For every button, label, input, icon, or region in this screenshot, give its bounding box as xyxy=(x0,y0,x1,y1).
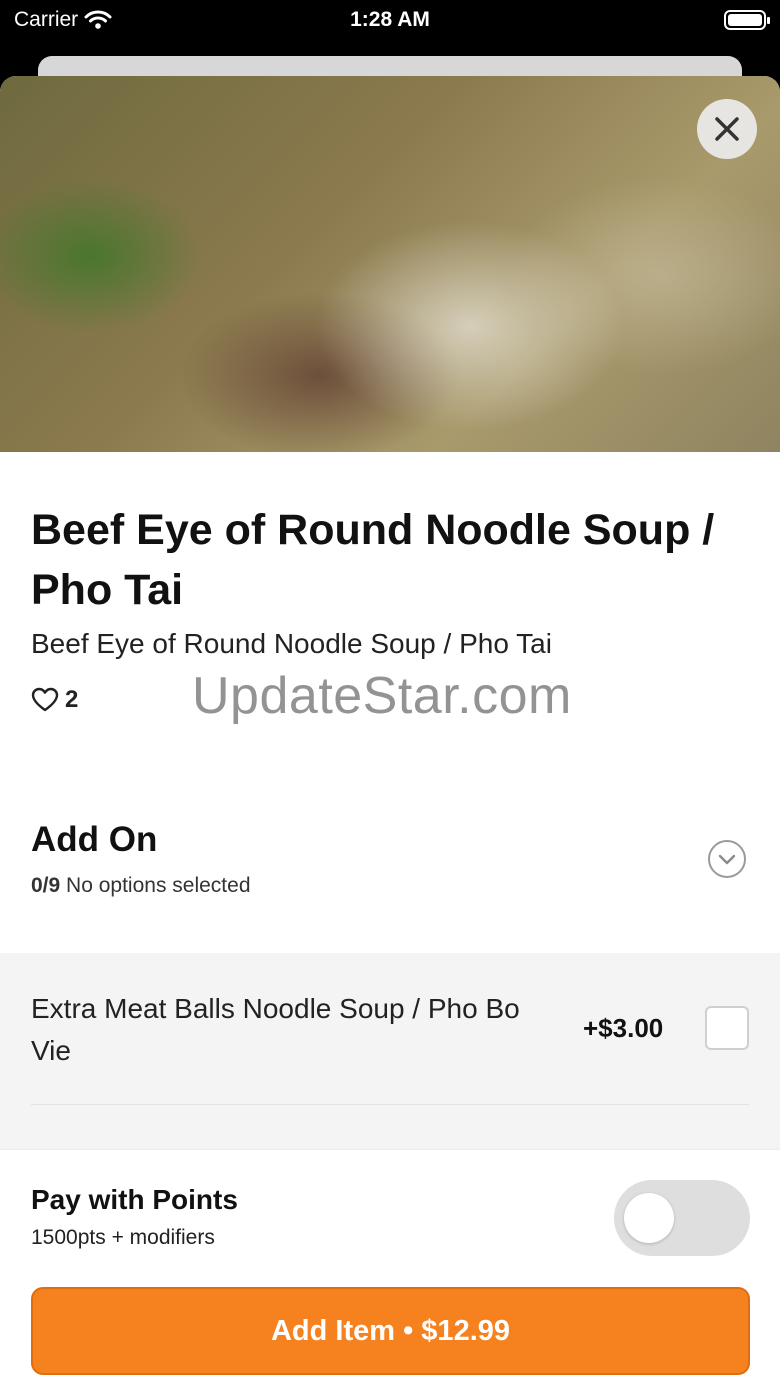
item-photo xyxy=(0,76,780,452)
close-icon xyxy=(715,117,739,141)
pay-with-points-subtitle: 1500pts + modifiers xyxy=(31,1226,215,1249)
item-detail-sheet: Beef Eye of Round Noodle Soup / Pho Tai … xyxy=(0,76,780,1387)
addon-options-list: Extra Meat Balls Noodle Soup / Pho Bo Vi… xyxy=(0,953,780,1153)
pay-with-points-toggle[interactable] xyxy=(614,1180,750,1256)
addon-collapse-button[interactable] xyxy=(708,840,746,878)
like-button[interactable]: 2 xyxy=(31,686,78,714)
status-time: 1:28 AM xyxy=(350,8,430,31)
watermark-text: UpdateStar.com xyxy=(192,667,572,725)
heart-icon xyxy=(31,687,59,712)
addon-selection-summary: 0/9 No options selected xyxy=(31,874,251,898)
pay-with-points-title: Pay with Points xyxy=(31,1184,238,1215)
addon-selected-count: 0/9 xyxy=(31,874,61,897)
addon-section-title: Add On xyxy=(31,820,158,859)
item-title: Beef Eye of Round Noodle Soup / Pho Tai xyxy=(31,506,715,614)
addon-option-checkbox[interactable] xyxy=(705,1006,749,1050)
battery-icon xyxy=(724,10,770,30)
item-description: Beef Eye of Round Noodle Soup / Pho Tai xyxy=(31,628,552,659)
addon-option-price: +$3.00 xyxy=(583,1013,664,1043)
toggle-knob xyxy=(624,1193,674,1243)
order-footer: Pay with Points 1500pts + modifiers Add … xyxy=(0,1149,780,1387)
like-count: 2 xyxy=(65,686,79,713)
chevron-down-icon xyxy=(718,854,736,865)
option-divider xyxy=(31,1104,749,1105)
addon-selected-text: No options selected xyxy=(66,874,251,897)
addon-option-label: Extra Meat Balls Noodle Soup / Pho Bo Vi… xyxy=(31,993,520,1066)
add-item-button[interactable]: Add Item • $12.99 xyxy=(31,1287,750,1375)
close-button[interactable] xyxy=(697,99,757,159)
status-bar: Carrier 1:28 AM xyxy=(0,0,780,56)
